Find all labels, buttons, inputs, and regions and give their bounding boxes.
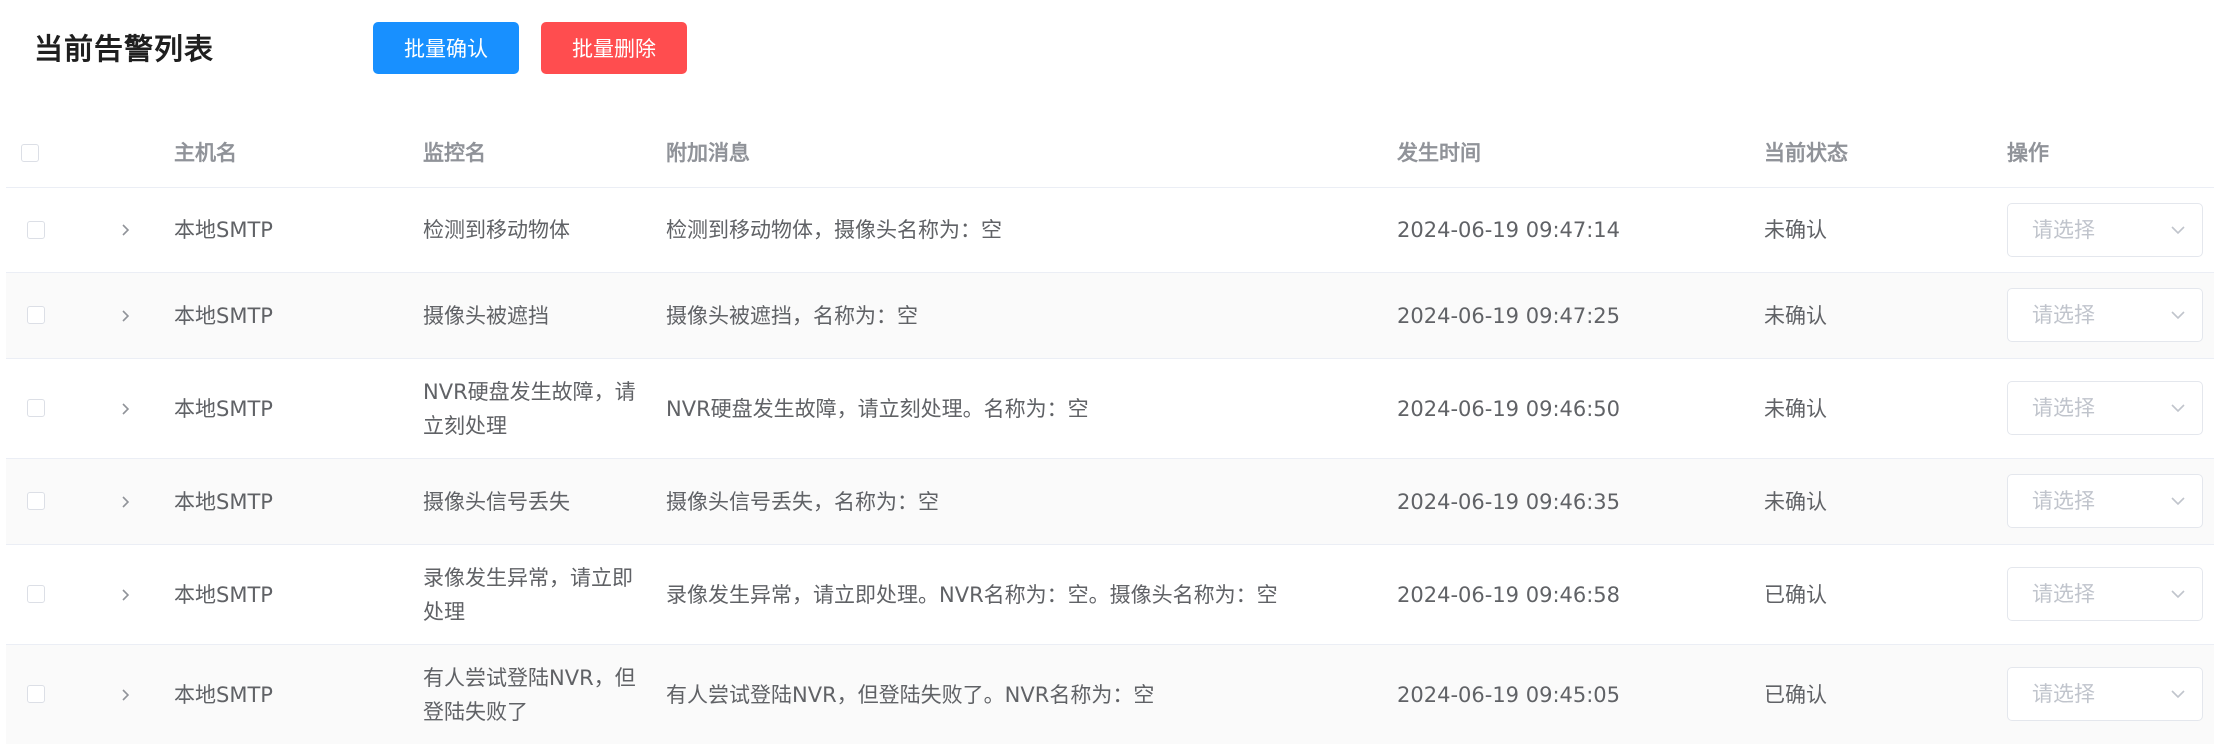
row-status: 已确认 (1764, 682, 1827, 707)
row-time: 2024-06-19 09:47:14 (1397, 218, 1621, 242)
expand-chevron-icon[interactable] (118, 688, 132, 702)
row-checkbox[interactable] (27, 399, 45, 417)
row-checkbox[interactable] (27, 492, 45, 510)
table-row: 本地SMTP 录像发生异常，请立即处理 录像发生异常，请立即处理。NVR名称为：… (6, 545, 2214, 645)
row-host: 本地SMTP (174, 303, 273, 328)
select-placeholder: 请选择 (2032, 582, 2095, 606)
row-checkbox[interactable] (27, 585, 45, 603)
expand-chevron-icon[interactable] (118, 495, 132, 509)
select-placeholder: 请选择 (2032, 303, 2095, 327)
row-message: NVR硬盘发生故障，请立刻处理。名称为：空 (666, 396, 1089, 421)
row-message: 摄像头被遮挡，名称为：空 (666, 303, 918, 328)
chevron-down-icon (2171, 311, 2185, 320)
expand-chevron-icon[interactable] (118, 588, 132, 602)
row-time: 2024-06-19 09:46:58 (1397, 582, 1621, 607)
select-placeholder: 请选择 (2032, 396, 2095, 420)
row-host: 本地SMTP (174, 489, 273, 514)
select-all-checkbox[interactable] (21, 144, 39, 162)
column-header-status: 当前状态 (1764, 141, 1848, 165)
table-row: 本地SMTP NVR硬盘发生故障，请立刻处理 NVR硬盘发生故障，请立刻处理。名… (6, 359, 2214, 459)
row-monitor: 录像发生异常，请立即处理 (423, 565, 633, 624)
row-host: 本地SMTP (174, 682, 273, 707)
chevron-down-icon (2171, 404, 2185, 413)
row-time: 2024-06-19 09:46:50 (1397, 396, 1621, 421)
alarm-table: 主机名 监控名 附加消息 发生时间 当前状态 操作 本地SMTP 检测到移动物体… (6, 120, 2214, 744)
row-action-select[interactable]: 请选择 (2007, 474, 2203, 528)
row-checkbox[interactable] (27, 306, 45, 324)
row-checkbox[interactable] (27, 221, 45, 239)
column-header-time: 发生时间 (1397, 141, 1481, 165)
chevron-down-icon (2171, 226, 2185, 235)
row-action-select[interactable]: 请选择 (2007, 203, 2203, 257)
table-header: 主机名 监控名 附加消息 发生时间 当前状态 操作 (6, 120, 2214, 188)
chevron-down-icon (2171, 690, 2185, 699)
expand-chevron-icon[interactable] (118, 402, 132, 416)
row-message: 摄像头信号丢失，名称为：空 (666, 489, 939, 514)
row-checkbox[interactable] (27, 685, 45, 703)
column-header-action: 操作 (2007, 141, 2049, 165)
batch-confirm-button[interactable]: 批量确认 (373, 22, 519, 74)
row-monitor: NVR硬盘发生故障，请立刻处理 (423, 379, 636, 438)
row-monitor: 摄像头信号丢失 (423, 489, 570, 514)
row-status: 未确认 (1764, 303, 1827, 328)
row-status: 未确认 (1764, 218, 1827, 242)
row-action-select[interactable]: 请选择 (2007, 288, 2203, 342)
page-header: 当前告警列表 批量确认 批量删除 (0, 0, 2214, 120)
select-placeholder: 请选择 (2032, 682, 2095, 706)
page-title: 当前告警列表 (34, 32, 215, 66)
table-row: 本地SMTP 有人尝试登陆NVR，但登陆失败了 有人尝试登陆NVR，但登陆失败了… (6, 645, 2214, 744)
column-header-monitor: 监控名 (423, 141, 486, 165)
row-monitor: 有人尝试登陆NVR，但登陆失败了 (423, 665, 636, 724)
row-action-select[interactable]: 请选择 (2007, 667, 2203, 721)
column-header-host: 主机名 (174, 141, 237, 165)
row-time: 2024-06-19 09:46:35 (1397, 489, 1621, 514)
row-message: 有人尝试登陆NVR，但登陆失败了。NVR名称为：空 (666, 682, 1155, 707)
row-time: 2024-06-19 09:47:25 (1397, 303, 1621, 328)
row-monitor: 摄像头被遮挡 (423, 303, 549, 328)
row-action-select[interactable]: 请选择 (2007, 381, 2203, 435)
row-message: 录像发生异常，请立即处理。NVR名称为：空。摄像头名称为：空 (666, 582, 1278, 607)
row-status: 未确认 (1764, 489, 1827, 514)
row-host: 本地SMTP (174, 396, 273, 421)
expand-chevron-icon[interactable] (118, 309, 132, 323)
batch-delete-button[interactable]: 批量删除 (541, 22, 687, 74)
row-monitor: 检测到移动物体 (423, 218, 570, 242)
table-row: 本地SMTP 摄像头信号丢失 摄像头信号丢失，名称为：空 2024-06-19 … (6, 459, 2214, 545)
row-status: 已确认 (1764, 582, 1827, 607)
row-status: 未确认 (1764, 396, 1827, 421)
select-placeholder: 请选择 (2032, 489, 2095, 513)
select-placeholder: 请选择 (2032, 218, 2095, 242)
chevron-down-icon (2171, 497, 2185, 506)
row-time: 2024-06-19 09:45:05 (1397, 682, 1621, 707)
table-row: 本地SMTP 检测到移动物体 检测到移动物体，摄像头名称为：空 2024-06-… (6, 188, 2214, 273)
row-action-select[interactable]: 请选择 (2007, 567, 2203, 621)
row-host: 本地SMTP (174, 218, 273, 242)
chevron-down-icon (2171, 590, 2185, 599)
row-message: 检测到移动物体，摄像头名称为：空 (666, 218, 1002, 242)
table-row: 本地SMTP 摄像头被遮挡 摄像头被遮挡，名称为：空 2024-06-19 09… (6, 273, 2214, 359)
column-header-message: 附加消息 (666, 141, 750, 165)
row-host: 本地SMTP (174, 582, 273, 607)
expand-chevron-icon[interactable] (118, 223, 132, 237)
